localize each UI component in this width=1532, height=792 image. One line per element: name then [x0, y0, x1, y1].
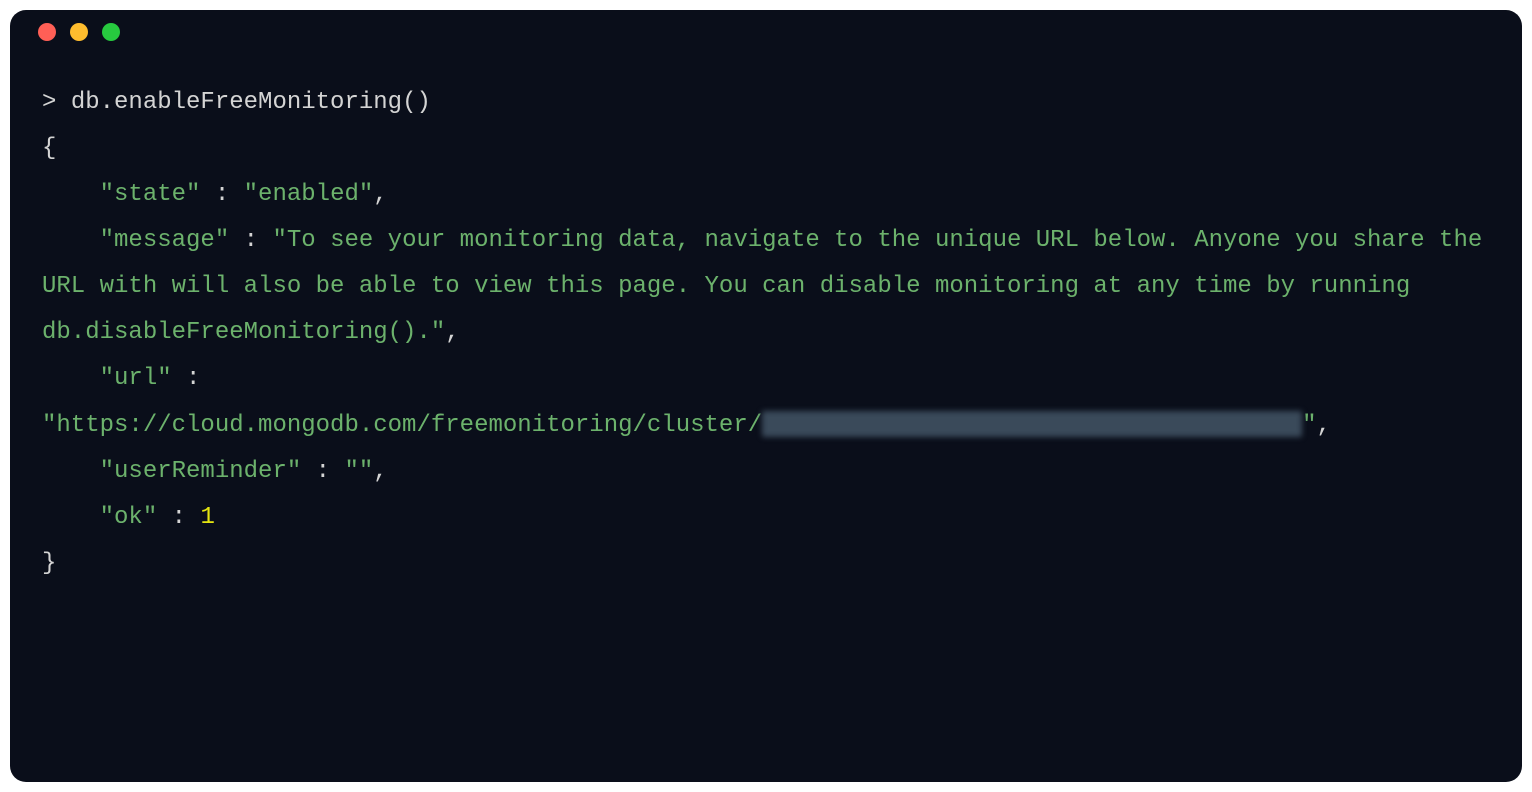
close-button[interactable]	[38, 23, 56, 41]
title-bar	[10, 10, 1522, 54]
userReminder-line: "userReminder" : "",	[42, 449, 1490, 495]
url-line: "url" : "https://cloud.mongodb.com/freem…	[42, 356, 1490, 448]
message-line: "message" : "To see your monitoring data…	[42, 218, 1490, 356]
close-brace-line: }	[42, 541, 1490, 587]
maximize-button[interactable]	[102, 23, 120, 41]
command-text: db.enableFreeMonitoring()	[71, 89, 431, 116]
prompt-symbol: >	[42, 89, 56, 116]
ok-line: "ok" : 1	[42, 495, 1490, 541]
minimize-button[interactable]	[70, 23, 88, 41]
state-line: "state" : "enabled",	[42, 172, 1490, 218]
terminal-window: > db.enableFreeMonitoring(){ "state" : "…	[10, 10, 1522, 782]
command-line: > db.enableFreeMonitoring()	[42, 80, 1490, 126]
redacted-token	[762, 411, 1302, 437]
open-brace-line: {	[42, 126, 1490, 172]
terminal-body[interactable]: > db.enableFreeMonitoring(){ "state" : "…	[10, 54, 1522, 613]
